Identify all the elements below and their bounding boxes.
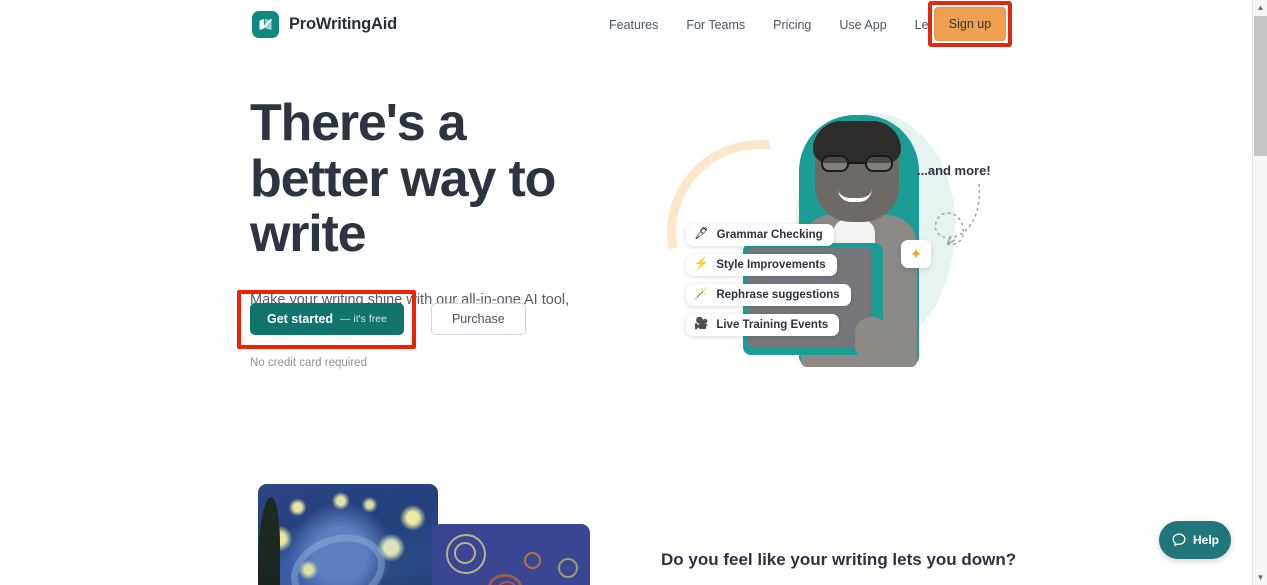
movie-camera-icon: 🎥 [694,318,709,331]
help-widget-label: Help [1192,533,1219,547]
scrollbar-thumb[interactable] [1254,16,1267,156]
blue-doodle-card [432,524,590,585]
chat-bubble-icon [1172,533,1186,547]
feature-badge-list: 🖋 Grammar Checking ⚡ Style Improvements … [686,224,851,336]
page-title: There's a better way to write [250,94,556,264]
no-credit-card-note: No credit card required [250,357,367,369]
nav-item-use-app[interactable]: Use App [825,18,900,32]
get-started-button[interactable]: Get started — it's free [250,303,404,335]
feature-label: Rephrase suggestions [716,289,840,301]
get-started-annotation-box: Get started — it's free [237,290,416,349]
nav-item-features[interactable]: Features [595,18,672,32]
help-widget-button[interactable]: Help [1159,521,1231,559]
checkmark-book-icon [252,11,279,38]
dashed-arrow-icon [934,183,981,246]
get-started-label: Get started [267,312,333,326]
get-started-suffix: — it's free [340,313,387,325]
feature-card-grammar-checking: 🖋 Grammar Checking [686,224,834,246]
feature-card-rephrase-suggestions: 🪄 Rephrase suggestions [686,284,851,306]
feature-label: Grammar Checking [716,229,823,241]
feature-card-live-training-events: 🎥 Live Training Events [686,314,840,336]
brand-name: ProWritingAid [289,15,398,33]
site-header: ProWritingAid Features For Teams Pricing… [0,0,1253,50]
and-more-label: ...and more! [917,163,991,178]
brand-logo[interactable]: ProWritingAid [252,11,397,38]
signup-button[interactable]: Sign up [934,7,1006,41]
page-root: ProWritingAid Features For Teams Pricing… [0,0,1267,585]
pen-icon: 🖋 [694,228,709,241]
feature-label: Style Improvements [716,259,826,271]
magic-wand-icon: 🪄 [694,288,709,301]
purchase-button[interactable]: Purchase [430,303,526,335]
vertical-scrollbar[interactable]: ▲ ▼ [1252,0,1267,585]
hero-cta-row: Get started — it's free Purchase [237,290,526,349]
glasses-icon [821,155,893,172]
lightning-bolt-icon: ⚡ [694,258,709,271]
sparkles-icon: ✦ [901,240,931,268]
scroll-down-arrow-icon[interactable]: ▼ [1253,570,1267,585]
nav-item-pricing[interactable]: Pricing [759,18,825,32]
nav-item-for-teams[interactable]: For Teams [672,18,759,32]
section-heading: Do you feel like your writing lets you d… [661,550,1017,569]
starry-night-image [258,484,438,585]
feature-label: Live Training Events [716,319,829,331]
scroll-up-arrow-icon[interactable]: ▲ [1253,0,1267,15]
feature-card-style-improvements: ⚡ Style Improvements [686,254,837,276]
person-hand [855,317,889,357]
signup-annotation-box: Sign up [928,1,1012,47]
